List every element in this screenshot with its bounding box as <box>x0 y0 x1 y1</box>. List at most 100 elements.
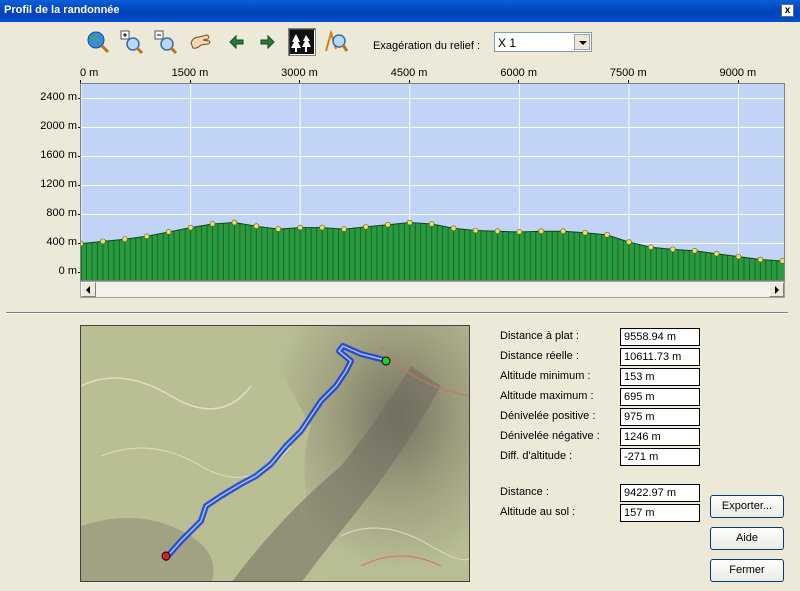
profile-point <box>385 221 391 228</box>
stat-label: Dénivelée positive : <box>500 410 596 422</box>
profile-point <box>626 239 632 245</box>
export-button[interactable]: Exporter... <box>710 495 784 518</box>
previous-view-button[interactable] <box>222 28 250 56</box>
x-tick-label: 3000 m <box>281 67 318 79</box>
x-tick-label: 4500 m <box>390 67 428 79</box>
scroll-left-button[interactable] <box>81 282 96 297</box>
x-tick-label: 9000 m <box>719 67 757 79</box>
title-bar: Profil de la randonnée x <box>0 0 800 22</box>
globe-zoom-icon <box>87 31 110 54</box>
stat-label: Diff. d'altitude : <box>500 450 573 462</box>
y-tick-label: 800 m <box>46 206 77 219</box>
elevation-profile-chart[interactable] <box>80 83 785 281</box>
map-image <box>81 326 469 581</box>
stat-label: Distance : <box>500 486 549 498</box>
forest-profile-icon <box>290 30 314 54</box>
profile-point <box>735 253 742 260</box>
y-tick-label: 1600 m <box>40 148 77 161</box>
profile-point <box>275 226 282 232</box>
y-tick-label: 2400 m <box>40 90 77 103</box>
profile-point <box>143 233 150 240</box>
stat-value: 1246 m <box>620 428 700 446</box>
exaggeration-value: X 1 <box>498 36 517 50</box>
stat-value: 9558.94 m <box>620 328 700 346</box>
profile-point <box>100 238 106 245</box>
profile-point <box>691 248 698 254</box>
profile-point <box>713 250 720 257</box>
profile-point <box>209 221 216 227</box>
x-tick-label: 0 m <box>80 67 99 79</box>
scroll-right-button[interactable] <box>769 282 784 297</box>
pan-button[interactable] <box>186 28 214 56</box>
stat-label: Altitude maximum : <box>500 390 594 402</box>
dropdown-arrow-icon[interactable] <box>574 34 590 50</box>
zoom-out-icon <box>154 30 178 55</box>
profile-point <box>450 225 457 232</box>
profile-point <box>297 224 303 231</box>
next-view-button[interactable] <box>254 28 282 56</box>
zoom-in-button[interactable] <box>118 28 146 56</box>
stat-label: Altitude minimum : <box>500 370 591 382</box>
globe-zoom-button[interactable] <box>84 28 112 56</box>
profile-view-button[interactable] <box>288 28 316 56</box>
profile-point <box>560 228 566 235</box>
arrow-left-icon <box>229 34 244 50</box>
profile-point <box>779 258 784 264</box>
profile-point <box>231 219 238 226</box>
path-zoom-button[interactable] <box>322 28 350 56</box>
stat-value: 9422.97 m <box>620 484 700 502</box>
elevation-area <box>81 221 784 280</box>
window-title: Profil de la randonnée <box>4 4 120 16</box>
stat-value: 157 m <box>620 504 700 522</box>
y-tick-label: 1200 m <box>40 177 77 190</box>
stat-label: Distance à plat : <box>500 330 579 342</box>
profile-point <box>757 256 764 263</box>
profile-point <box>363 224 369 230</box>
stat-value: 695 m <box>620 388 700 406</box>
profile-point <box>648 244 654 250</box>
x-tick-label: 6000 m <box>500 67 538 79</box>
section-divider <box>6 312 788 314</box>
profile-point <box>428 221 435 227</box>
close-window-button[interactable]: x <box>781 4 794 17</box>
x-tick-label: 1500 m <box>171 67 209 79</box>
profile-point <box>604 232 610 238</box>
y-tick-label: 0 m <box>58 264 77 277</box>
profile-plot-svg <box>81 84 784 280</box>
close-button[interactable]: Fermer <box>710 559 784 582</box>
profile-point <box>516 229 523 235</box>
stat-label: Distance réelle : <box>500 350 579 362</box>
profile-point <box>319 224 325 231</box>
profile-point <box>669 246 676 253</box>
profile-point <box>494 228 501 235</box>
help-button[interactable]: Aide <box>710 527 784 550</box>
path-zoom-icon <box>325 29 349 52</box>
profile-point <box>253 223 260 229</box>
profile-point <box>406 219 413 226</box>
profile-point <box>582 229 588 236</box>
scrollbar-thumb[interactable] <box>96 282 769 297</box>
stat-value: 153 m <box>620 368 700 386</box>
y-tick-label: 400 m <box>46 235 77 248</box>
profile-point <box>122 236 128 243</box>
pan-hand-icon <box>190 34 211 49</box>
profile-horizontal-scrollbar[interactable] <box>80 281 785 298</box>
profile-point <box>538 228 545 235</box>
stat-value: 10611.73 m <box>620 348 700 366</box>
profile-point <box>81 240 84 247</box>
stat-label: Dénivelée négative : <box>500 430 600 442</box>
profile-point <box>187 224 194 231</box>
stat-value: -271 m <box>620 448 700 466</box>
profile-point <box>472 227 479 234</box>
exaggeration-select[interactable]: X 1 <box>494 32 592 52</box>
stat-value: 975 m <box>620 408 700 426</box>
x-tick-label: 7500 m <box>609 67 647 79</box>
y-tick-label: 2000 m <box>40 119 77 132</box>
route-map[interactable] <box>80 325 470 582</box>
profile-point <box>341 226 347 232</box>
zoom-in-icon <box>120 30 144 55</box>
zoom-out-button[interactable] <box>152 28 180 56</box>
stat-label: Altitude au sol : <box>500 506 576 518</box>
arrow-right-icon <box>260 34 275 50</box>
profile-point <box>165 229 172 235</box>
